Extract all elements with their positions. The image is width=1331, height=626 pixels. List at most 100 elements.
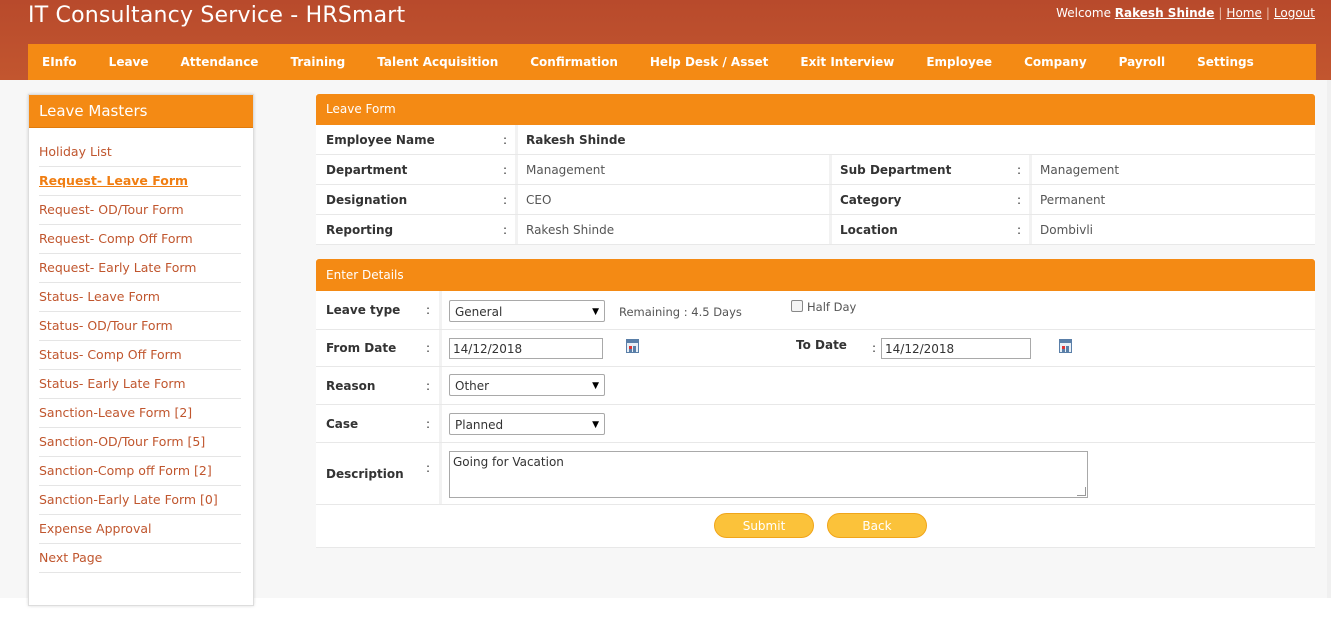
- nav-item-confirmation[interactable]: Confirmation: [514, 55, 634, 69]
- colon: :: [1017, 192, 1022, 207]
- back-button[interactable]: Back: [827, 513, 927, 538]
- colon: :: [426, 303, 431, 317]
- department-label: Department: [326, 162, 408, 177]
- user-name-link[interactable]: Rakesh Shinde: [1115, 6, 1215, 20]
- reporting-label: Reporting: [326, 222, 394, 237]
- department-value: Management: [526, 162, 606, 177]
- colon: :: [426, 341, 431, 355]
- nav-item-exit-interview[interactable]: Exit Interview: [784, 55, 910, 69]
- leave-form-title: Leave Form: [316, 94, 1315, 125]
- designation-label: Designation: [326, 192, 408, 207]
- from-date-input[interactable]: 14/12/2018: [449, 338, 603, 359]
- half-day-checkbox[interactable]: [791, 300, 803, 312]
- page-scrollbar[interactable]: [1327, 80, 1331, 598]
- nav-item-settings[interactable]: Settings: [1181, 55, 1270, 69]
- resize-handle[interactable]: [1077, 487, 1086, 496]
- case-select[interactable]: Planned ▼: [449, 413, 605, 435]
- nav-item-training[interactable]: Training: [274, 55, 361, 69]
- leave-type-value: General: [455, 305, 503, 319]
- chevron-down-icon: ▼: [592, 307, 599, 317]
- sidebar-item-request-comp-off[interactable]: Request- Comp Off Form: [39, 225, 241, 254]
- reporting-value: Rakesh Shinde: [526, 222, 615, 237]
- colon: :: [503, 162, 508, 177]
- sidebar-item-next-page[interactable]: Next Page: [39, 544, 241, 573]
- top-links: Welcome Rakesh Shinde | Home | Logout: [1056, 6, 1315, 20]
- employee-name-label: Employee Name: [326, 132, 435, 147]
- location-value: Dombivli: [1040, 222, 1093, 237]
- submit-button[interactable]: Submit: [714, 513, 814, 538]
- sidebar-item-request-leave-form[interactable]: Request- Leave Form: [39, 167, 241, 196]
- details-panel: Enter Details Leave type : General ▼ Rem…: [316, 259, 1315, 548]
- employee-name-row: Employee Name : Rakesh Shinde: [316, 125, 1315, 155]
- to-date-calendar-icon[interactable]: [1059, 339, 1072, 353]
- details-title: Enter Details: [316, 259, 1315, 291]
- from-date-label: From Date: [326, 341, 397, 355]
- app-header: IT Consultancy Service - HRSmart Welcome…: [0, 0, 1331, 80]
- colon: :: [503, 132, 508, 147]
- leave-type-select[interactable]: General ▼: [449, 300, 605, 322]
- separator: |: [1218, 6, 1223, 20]
- app-title: IT Consultancy Service - HRSmart: [28, 3, 406, 28]
- sidebar-item-expense-approval[interactable]: Expense Approval: [39, 515, 241, 544]
- action-row: Submit Back: [316, 505, 1315, 548]
- colon: :: [503, 192, 508, 207]
- sidebar-item-status-leave[interactable]: Status- Leave Form: [39, 283, 241, 312]
- leave-form-panel: Leave Form Employee Name : Rakesh Shinde…: [316, 94, 1315, 245]
- nav-item-employee[interactable]: Employee: [910, 55, 1008, 69]
- sidebar: Leave Masters Holiday List Request- Leav…: [28, 94, 254, 606]
- location-label: Location: [840, 222, 898, 237]
- reason-row: Reason : Other ▼: [316, 367, 1315, 405]
- nav-item-talent-acquisition[interactable]: Talent Acquisition: [361, 55, 514, 69]
- nav-item-attendance[interactable]: Attendance: [165, 55, 275, 69]
- colon: :: [426, 460, 431, 475]
- description-textarea[interactable]: Going for Vacation: [449, 451, 1088, 498]
- reason-value: Other: [455, 379, 490, 393]
- nav-item-payroll[interactable]: Payroll: [1103, 55, 1181, 69]
- sidebar-title: Leave Masters: [29, 95, 253, 128]
- leave-type-row: Leave type : General ▼ Remaining : 4.5 D…: [316, 291, 1315, 330]
- to-date-input[interactable]: 14/12/2018: [881, 338, 1031, 359]
- reason-select[interactable]: Other ▼: [449, 374, 605, 396]
- sidebar-item-status-comp-off[interactable]: Status- Comp Off Form: [39, 341, 241, 370]
- to-date-label: To Date: [796, 338, 847, 352]
- from-date-calendar-icon[interactable]: [626, 339, 639, 353]
- sub-department-label: Sub Department: [840, 162, 952, 177]
- sidebar-item-sanction-od-tour[interactable]: Sanction-OD/Tour Form [5]: [39, 428, 241, 457]
- nav-item-leave[interactable]: Leave: [93, 55, 165, 69]
- sidebar-item-sanction-early-late[interactable]: Sanction-Early Late Form [0]: [39, 486, 241, 515]
- case-value: Planned: [455, 418, 504, 432]
- sidebar-item-status-od-tour[interactable]: Status- OD/Tour Form: [39, 312, 241, 341]
- sidebar-item-sanction-leave[interactable]: Sanction-Leave Form [2]: [39, 399, 241, 428]
- nav-item-company[interactable]: Company: [1008, 55, 1103, 69]
- reason-label: Reason: [326, 378, 376, 393]
- welcome-label: Welcome: [1056, 6, 1111, 20]
- sidebar-item-request-od-tour[interactable]: Request- OD/Tour Form: [39, 196, 241, 225]
- designation-value: CEO: [526, 192, 552, 207]
- sub-department-value: Management: [1040, 162, 1120, 177]
- logout-link[interactable]: Logout: [1274, 6, 1315, 20]
- home-link[interactable]: Home: [1226, 6, 1261, 20]
- sidebar-item-request-early-late[interactable]: Request- Early Late Form: [39, 254, 241, 283]
- remaining-days-text: Remaining : 4.5 Days: [619, 305, 742, 319]
- category-label: Category: [840, 192, 902, 207]
- colon: :: [872, 341, 877, 355]
- sidebar-item-status-early-late[interactable]: Status- Early Late Form: [39, 370, 241, 399]
- chevron-down-icon: ▼: [592, 420, 599, 430]
- leave-type-label: Leave type: [326, 303, 401, 317]
- designation-row: Designation : CEO Category : Permanent: [316, 185, 1315, 215]
- description-label: Description: [326, 466, 404, 481]
- sidebar-item-holiday-list[interactable]: Holiday List: [39, 138, 241, 167]
- separator: |: [1265, 6, 1270, 20]
- sidebar-item-sanction-comp-off[interactable]: Sanction-Comp off Form [2]: [39, 457, 241, 486]
- colon: :: [503, 222, 508, 237]
- description-value: Going for Vacation: [453, 455, 564, 469]
- nav-item-help-desk[interactable]: Help Desk / Asset: [634, 55, 784, 69]
- nav-item-einfo[interactable]: EInfo: [28, 55, 93, 69]
- case-label: Case: [326, 416, 359, 431]
- date-row: From Date : 14/12/2018 To Date : 14/12/2…: [316, 330, 1315, 367]
- main-nav: EInfo Leave Attendance Training Talent A…: [28, 44, 1316, 80]
- half-day-label: Half Day: [807, 300, 857, 314]
- employee-name-value: Rakesh Shinde: [526, 132, 626, 147]
- description-row: Description : Going for Vacation: [316, 443, 1315, 505]
- reporting-row: Reporting : Rakesh Shinde Location : Dom…: [316, 215, 1315, 245]
